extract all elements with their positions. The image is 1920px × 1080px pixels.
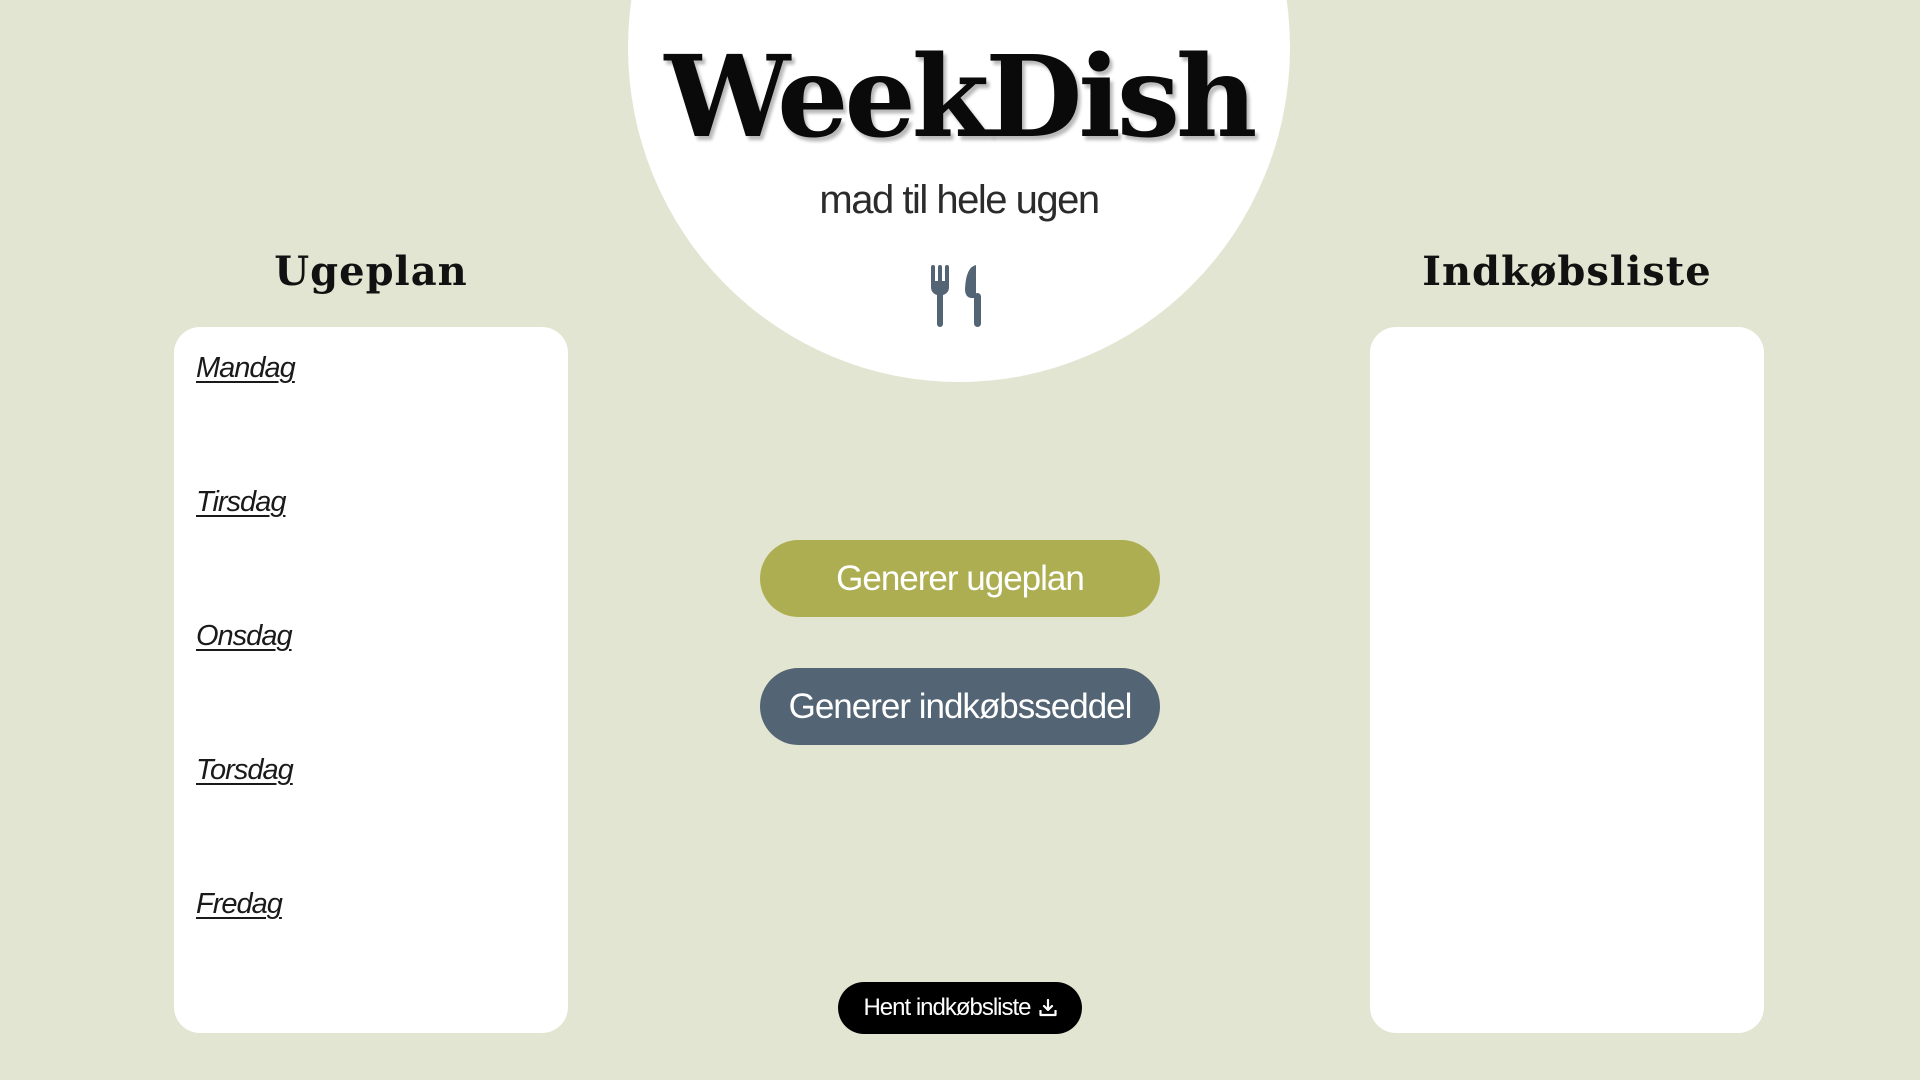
weekplan-title: Ugeplan	[274, 248, 468, 295]
day-monday[interactable]: Mandag	[196, 352, 296, 385]
shopping-list-title: Indkøbsliste	[1422, 248, 1712, 295]
app-tagline: mad til hele ugen	[819, 178, 1100, 222]
day-friday[interactable]: Fredag	[196, 888, 283, 921]
download-shopping-list-button[interactable]: Hent indkøbsliste	[838, 982, 1082, 1034]
generate-weekplan-button[interactable]: Generer ugeplan	[760, 540, 1160, 617]
day-thursday[interactable]: Torsdag	[196, 754, 294, 787]
download-icon	[1038, 999, 1057, 1017]
generate-shopping-list-button[interactable]: Generer indkøbsseddel	[760, 668, 1160, 745]
day-wednesday[interactable]: Onsdag	[196, 620, 293, 653]
day-tuesday[interactable]: Tirsdag	[196, 486, 286, 519]
app-logo: WeekDish	[664, 32, 1258, 163]
fork-knife-icon	[931, 265, 981, 327]
weekplan-card: Mandag Tirsdag Onsdag Torsdag Fredag	[174, 327, 568, 1033]
download-button-label: Hent indkøbsliste	[863, 994, 1031, 1021]
shopping-list-card	[1370, 327, 1764, 1033]
